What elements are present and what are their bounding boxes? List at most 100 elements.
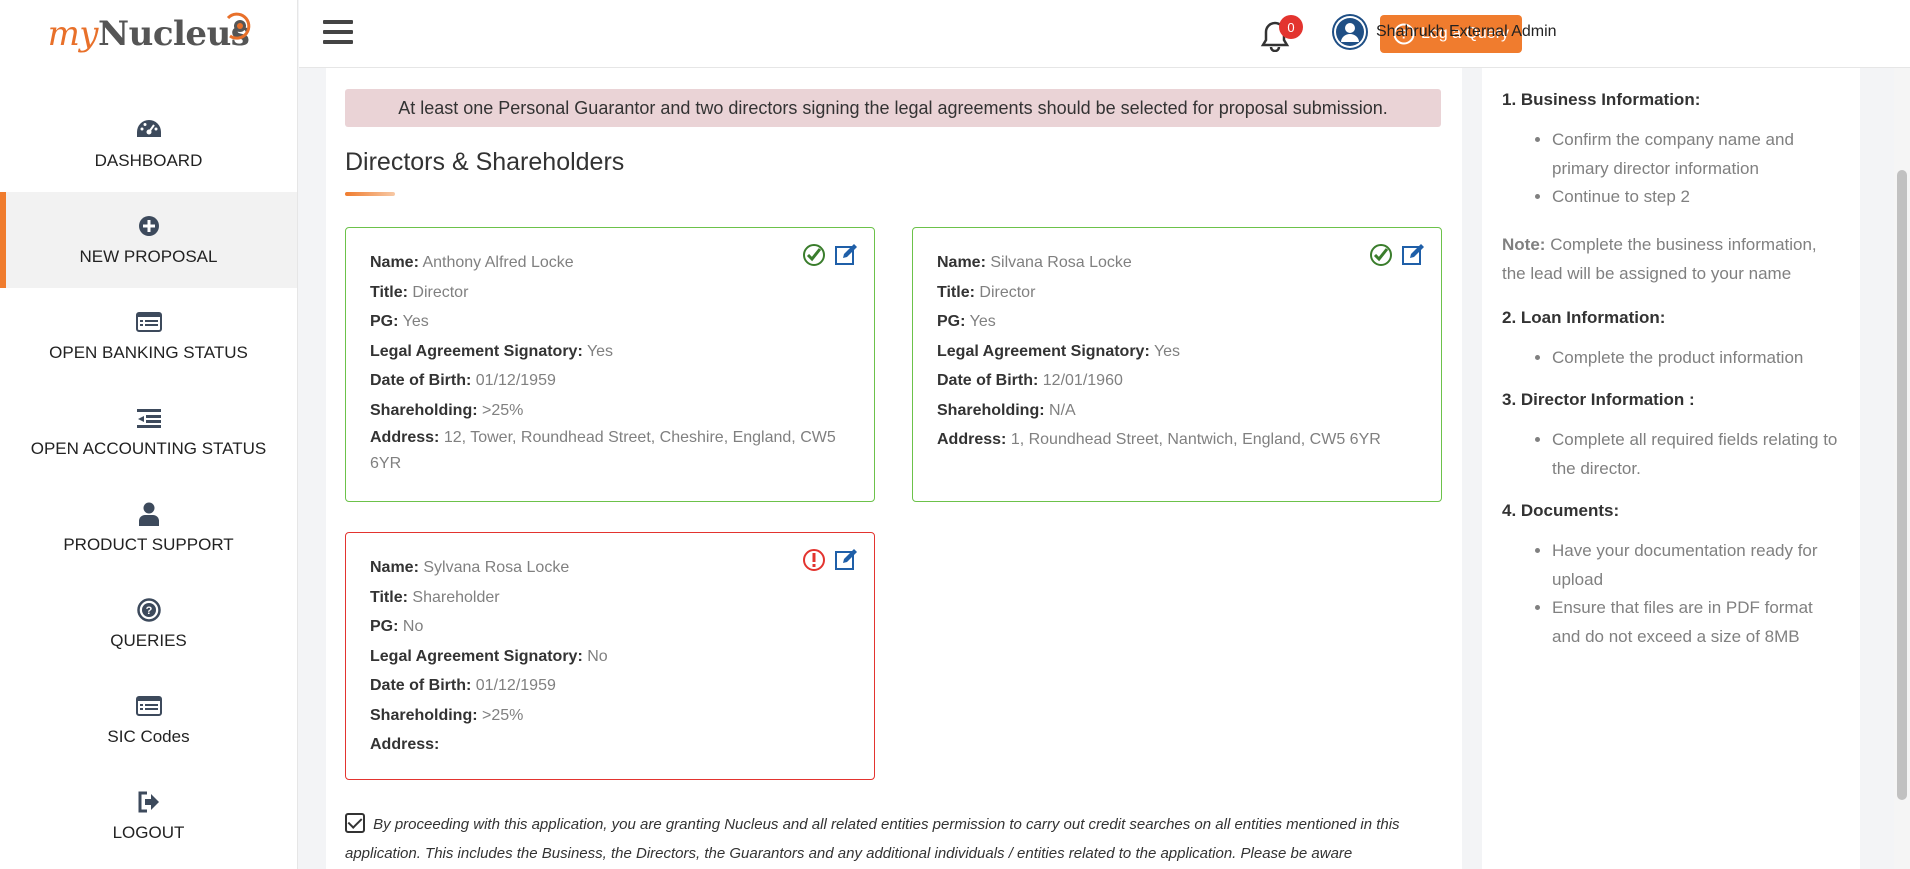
label: Legal Agreement Signatory:	[370, 647, 583, 665]
value: 01/12/1959	[475, 677, 556, 694]
sidebar-item-label: OPEN ACCOUNTING STATUS	[30, 439, 267, 458]
value: 12, Tower, Roundhead Street, Cheshire, E…	[370, 429, 836, 472]
title-underline	[345, 192, 395, 196]
sidebar-item-queries[interactable]: ? QUERIES	[0, 576, 297, 672]
value: >25%	[482, 401, 524, 419]
menu-toggle-icon[interactable]	[323, 20, 353, 46]
sidebar-item-open-accounting-status[interactable]: OPEN ACCOUNTING STATUS	[0, 384, 297, 480]
sidebar-item-new-proposal[interactable]: NEW PROPOSAL	[0, 192, 297, 288]
label: Address:	[370, 429, 440, 446]
label: Legal Agreement Signatory:	[937, 342, 1150, 360]
card-dob-row: Date of Birth: 01/12/1959	[370, 671, 850, 701]
logout-icon	[136, 789, 162, 815]
label: Name:	[937, 254, 986, 271]
label: Title:	[937, 283, 975, 301]
value: No	[402, 618, 424, 635]
card-name-row: Name: Silvana Rosa Locke	[937, 248, 1417, 278]
value: Yes	[586, 342, 614, 360]
label: Date of Birth:	[937, 372, 1039, 389]
value: 1, Roundhead Street, Nantwich, England, …	[1010, 431, 1381, 448]
label: Date of Birth:	[370, 677, 472, 694]
value: >25%	[482, 706, 524, 724]
label: Name:	[370, 254, 419, 271]
card-address-row: Address:	[370, 730, 850, 760]
value: Yes	[402, 313, 429, 330]
brand-logo[interactable]: myNucleus	[0, 0, 297, 68]
user-menu[interactable]: Shahrukh External Admin	[1332, 14, 1557, 50]
card-dob-row: Date of Birth: 12/01/1960	[937, 366, 1417, 396]
sidebar-item-label: DASHBOARD	[94, 151, 203, 170]
top-bar: ? Log a Query 0 Shahrukh External Admin	[299, 0, 1910, 68]
value: N/A	[1049, 401, 1076, 419]
card-address-row: Address: 1, Roundhead Street, Nantwich, …	[937, 425, 1417, 455]
sidebar-item-label: PRODUCT SUPPORT	[63, 535, 234, 554]
card-shareholding-row: Shareholding: >25%	[370, 396, 850, 426]
alert-banner: At least one Personal Guarantor and two …	[345, 89, 1441, 127]
help-item: Ensure that files are in PDF format and …	[1552, 594, 1840, 651]
avatar	[1332, 14, 1368, 50]
help-list: Complete the product information	[1552, 344, 1840, 373]
card-title-row: Title: Shareholder	[370, 583, 850, 613]
director-card: Name: Anthony Alfred Locke Title: Direct…	[345, 227, 875, 502]
sidebar-item-sic-codes[interactable]: SIC Codes	[0, 672, 297, 768]
label: PG:	[937, 313, 966, 330]
page-title: Directors & Shareholders	[345, 148, 625, 176]
logo-part-my: my	[47, 14, 99, 54]
sidebar-item-logout[interactable]: LOGOUT	[0, 768, 297, 864]
main-content: At least one Personal Guarantor and two …	[326, 68, 1462, 869]
notification-badge: 0	[1279, 15, 1303, 39]
sidebar-item-open-banking-status[interactable]: OPEN BANKING STATUS	[0, 288, 297, 384]
edit-icon[interactable]	[1401, 243, 1425, 267]
card-pg-row: PG: Yes	[370, 307, 850, 337]
label: Title:	[370, 283, 408, 301]
label: Name:	[370, 559, 419, 576]
help-panel: 1. Business Information: Confirm the com…	[1482, 68, 1860, 869]
note-text: Complete the business information, the l…	[1502, 234, 1817, 283]
label: Shareholding:	[937, 401, 1045, 419]
help-item: Continue to step 2	[1552, 183, 1840, 212]
edit-icon[interactable]	[834, 243, 858, 267]
help-list: Have your documentation ready for upload…	[1552, 537, 1840, 651]
value: Director	[979, 283, 1036, 301]
user-icon	[136, 501, 162, 527]
card-dob-row: Date of Birth: 01/12/1959	[370, 366, 850, 396]
sidebar-item-dashboard[interactable]: DASHBOARD	[0, 96, 297, 192]
sidebar-item-label: QUERIES	[110, 631, 187, 650]
error-circle-icon	[803, 549, 825, 571]
help-item: Complete the product information	[1552, 344, 1840, 373]
help-section-title: 3. Director Information :	[1502, 390, 1695, 409]
card-title-row: Title: Director	[370, 278, 850, 308]
indent-icon	[136, 405, 162, 431]
consent-label: By proceeding with this application, you…	[345, 816, 1400, 862]
help-note: Note: Complete the business information,…	[1502, 230, 1840, 288]
value: Director	[412, 283, 469, 301]
sidebar-item-label: SIC Codes	[107, 727, 190, 746]
label: Date of Birth:	[370, 372, 472, 389]
help-list: Confirm the company name and primary dir…	[1552, 126, 1840, 212]
value: Sylvana Rosa Locke	[423, 559, 570, 576]
edit-icon[interactable]	[834, 548, 858, 572]
question-circle-icon: ?	[136, 597, 162, 623]
note-label: Note:	[1502, 234, 1546, 254]
card-shareholding-row: Shareholding: N/A	[937, 396, 1417, 426]
logo-orbit-icon	[226, 12, 251, 40]
card-name-row: Name: Anthony Alfred Locke	[370, 248, 850, 278]
label: PG:	[370, 618, 399, 635]
label: Address:	[370, 736, 440, 753]
value: Yes	[1153, 342, 1181, 360]
scrollbar-thumb[interactable]	[1897, 170, 1907, 800]
sidebar: myNucleus DASHBOARD NEW PROPOSAL OPEN BA…	[0, 0, 298, 869]
help-list: Complete all required fields relating to…	[1552, 426, 1840, 483]
sidebar-item-product-support[interactable]: PRODUCT SUPPORT	[0, 480, 297, 576]
card-signatory-row: Legal Agreement Signatory: Yes	[937, 337, 1417, 367]
card-address-row: Address: 12, Tower, Roundhead Street, Ch…	[370, 425, 850, 477]
value: 01/12/1959	[475, 372, 556, 389]
label: Title:	[370, 588, 408, 606]
user-name: Shahrukh External Admin	[1376, 23, 1557, 40]
card-pg-row: PG: No	[370, 612, 850, 642]
consent-checkbox[interactable]	[345, 813, 365, 833]
label: Legal Agreement Signatory:	[370, 342, 583, 360]
card-signatory-row: Legal Agreement Signatory: No	[370, 642, 850, 672]
label: PG:	[370, 313, 399, 330]
help-section-title: 2. Loan Information:	[1502, 307, 1666, 327]
